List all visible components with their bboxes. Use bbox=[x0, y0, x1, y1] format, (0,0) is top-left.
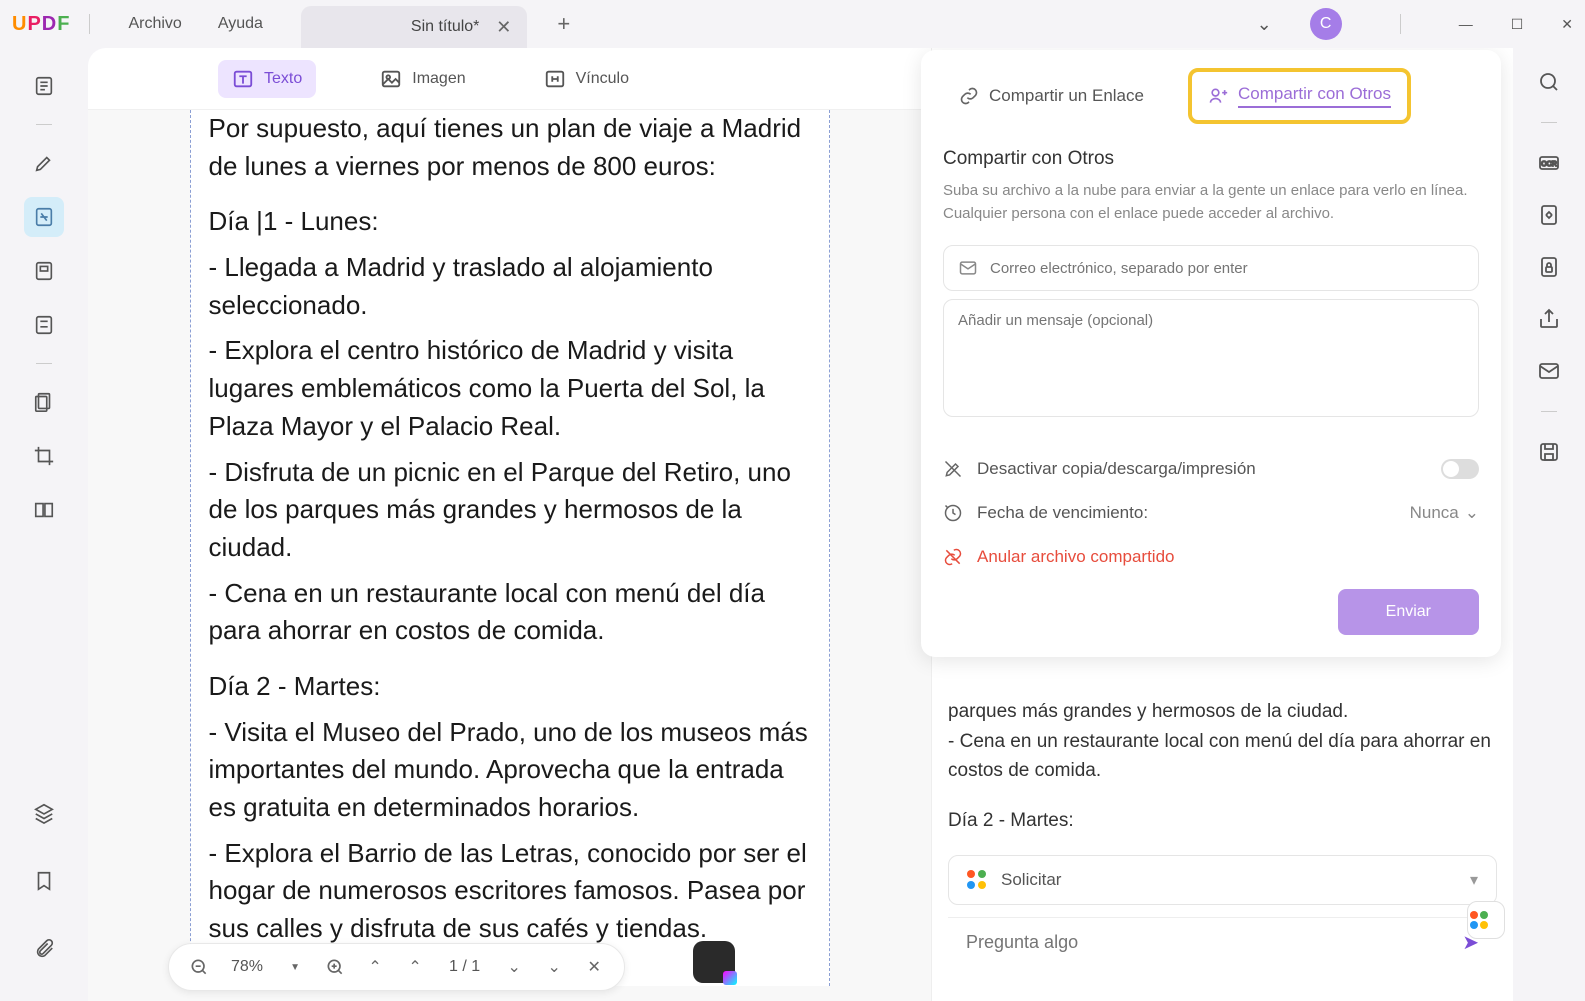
maximize-button[interactable]: ☐ bbox=[1511, 16, 1524, 33]
left-toolbar bbox=[0, 48, 88, 1001]
ai-response-text: parques más grandes y hermosos de la ciu… bbox=[948, 697, 1497, 835]
doc-paragraph: Día 2 - Martes: bbox=[209, 668, 811, 706]
expire-dropdown[interactable]: Nunca ⌄ bbox=[1410, 503, 1479, 523]
disable-copy-toggle[interactable] bbox=[1441, 459, 1479, 479]
image-tool-button[interactable]: Imagen bbox=[366, 60, 479, 98]
add-tab-button[interactable]: + bbox=[557, 11, 570, 37]
doc-paragraph: - Disfruta de un picnic en el Parque del… bbox=[209, 454, 811, 567]
edit-toolbar: Texto Imagen Vínculo bbox=[88, 48, 931, 110]
app-logo: UPDF bbox=[12, 13, 69, 36]
email-input[interactable] bbox=[990, 260, 1464, 277]
chevron-down-icon[interactable]: ⌄ bbox=[1257, 14, 1272, 35]
no-edit-icon bbox=[943, 459, 963, 479]
share-link-tab[interactable]: Compartir un Enlace bbox=[943, 68, 1160, 124]
send-share-button[interactable]: Enviar bbox=[1338, 589, 1479, 635]
revoke-label: Anular archivo compartido bbox=[977, 547, 1174, 567]
revoke-button[interactable]: Anular archivo compartido bbox=[943, 535, 1479, 579]
expire-row: Fecha de vencimiento: Nunca ⌄ bbox=[943, 491, 1479, 535]
doc-paragraph: - Visita el Museo del Prado, uno de los … bbox=[209, 714, 811, 827]
svg-text:OCR: OCR bbox=[1541, 161, 1557, 168]
reader-icon[interactable] bbox=[24, 66, 64, 106]
solicitar-label: Solicitar bbox=[1001, 870, 1061, 890]
clock-icon bbox=[943, 503, 963, 523]
attachment-icon[interactable] bbox=[24, 929, 64, 969]
share-description: Suba su archivo a la nube para enviar a … bbox=[943, 180, 1479, 225]
ai-color-fab[interactable] bbox=[1467, 901, 1505, 939]
unlink-icon bbox=[943, 547, 963, 567]
close-button[interactable]: ✕ bbox=[1561, 16, 1573, 33]
document-tab[interactable]: Sin título* ✕ bbox=[301, 6, 527, 48]
zoom-value: 78% bbox=[223, 958, 271, 976]
document-page[interactable]: Por supuesto, aquí tienes un plan de via… bbox=[190, 110, 830, 986]
titlebar: UPDF Archivo Ayuda Sin título* ✕ + ⌄ C —… bbox=[0, 0, 1585, 48]
mail-icon bbox=[958, 258, 978, 278]
share-title: Compartir con Otros bbox=[943, 148, 1479, 170]
zoom-dropdown-icon[interactable]: ▼ bbox=[279, 951, 311, 983]
page-indicator: 1 / 1 bbox=[439, 958, 490, 976]
highlight-icon[interactable] bbox=[24, 143, 64, 183]
user-avatar[interactable]: C bbox=[1310, 8, 1342, 40]
close-tab-icon[interactable]: ✕ bbox=[496, 17, 511, 38]
crop-icon[interactable] bbox=[24, 436, 64, 476]
bookmark-icon[interactable] bbox=[24, 861, 64, 901]
first-page-button[interactable]: ⌃ bbox=[359, 951, 391, 983]
ai-dots-icon bbox=[967, 870, 987, 890]
chevron-down-icon: ▾ bbox=[1470, 870, 1478, 890]
chevron-down-icon: ⌄ bbox=[1465, 503, 1479, 523]
link-tool-label: Vínculo bbox=[576, 70, 629, 88]
save-icon[interactable] bbox=[1537, 440, 1561, 464]
doc-paragraph: - Cena en un restaurante local con menú … bbox=[209, 575, 811, 650]
page-icon[interactable] bbox=[24, 251, 64, 291]
disable-copy-row: Desactivar copia/descarga/impresión bbox=[943, 447, 1479, 491]
last-page-button[interactable]: ⌄ bbox=[538, 951, 570, 983]
text-tool-button[interactable]: Texto bbox=[218, 60, 316, 98]
prev-page-button[interactable]: ⌃ bbox=[399, 951, 431, 983]
tab-title: Sin título* bbox=[411, 18, 479, 36]
menu-file[interactable]: Archivo bbox=[110, 15, 199, 33]
disable-copy-label: Desactivar copia/descarga/impresión bbox=[977, 459, 1256, 479]
doc-paragraph: Por supuesto, aquí tienes un plan de via… bbox=[209, 110, 811, 185]
ai-prompt-input[interactable] bbox=[966, 932, 1462, 953]
share-others-label: Compartir con Otros bbox=[1238, 84, 1391, 108]
search-icon[interactable] bbox=[1537, 70, 1561, 94]
email-icon[interactable] bbox=[1537, 359, 1561, 383]
share-icon[interactable] bbox=[1537, 307, 1561, 331]
ai-assistant-fab[interactable] bbox=[693, 941, 735, 983]
doc-paragraph: Día |1 - Lunes: bbox=[209, 203, 811, 241]
share-panel: Compartir un Enlace Compartir con Otros … bbox=[921, 50, 1501, 657]
message-input[interactable] bbox=[958, 312, 1464, 346]
close-bar-button[interactable]: ✕ bbox=[578, 951, 610, 983]
image-tool-label: Imagen bbox=[412, 70, 465, 88]
right-toolbar: OCR bbox=[1513, 48, 1585, 1001]
zoom-in-button[interactable] bbox=[319, 951, 351, 983]
minimize-button[interactable]: — bbox=[1459, 16, 1473, 32]
share-link-label: Compartir un Enlace bbox=[989, 86, 1144, 106]
share-others-tab[interactable]: Compartir con Otros bbox=[1188, 68, 1411, 124]
text-tool-label: Texto bbox=[264, 70, 302, 88]
ocr-icon[interactable]: OCR bbox=[1537, 151, 1561, 175]
menu-help[interactable]: Ayuda bbox=[200, 15, 281, 33]
doc-paragraph: - Llegada a Madrid y traslado al alojami… bbox=[209, 249, 811, 324]
organize-icon[interactable] bbox=[24, 382, 64, 422]
compare-icon[interactable] bbox=[24, 490, 64, 530]
edit-icon[interactable] bbox=[24, 197, 64, 237]
doc-paragraph: - Explora el Barrio de las Letras, conoc… bbox=[209, 835, 811, 948]
zoom-out-button[interactable] bbox=[183, 951, 215, 983]
doc-paragraph: - Explora el centro histórico de Madrid … bbox=[209, 332, 811, 445]
convert-icon[interactable] bbox=[1537, 203, 1561, 227]
solicitar-dropdown[interactable]: Solicitar ▾ bbox=[948, 855, 1497, 905]
zoom-page-bar: 78% ▼ ⌃ ⌃ 1 / 1 ⌄ ⌄ ✕ bbox=[168, 943, 625, 991]
expire-label: Fecha de vencimiento: bbox=[977, 503, 1148, 523]
next-page-button[interactable]: ⌄ bbox=[498, 951, 530, 983]
form-icon[interactable] bbox=[24, 305, 64, 345]
protect-icon[interactable] bbox=[1537, 255, 1561, 279]
layers-icon[interactable] bbox=[24, 793, 64, 833]
link-tool-button[interactable]: Vínculo bbox=[530, 60, 643, 98]
